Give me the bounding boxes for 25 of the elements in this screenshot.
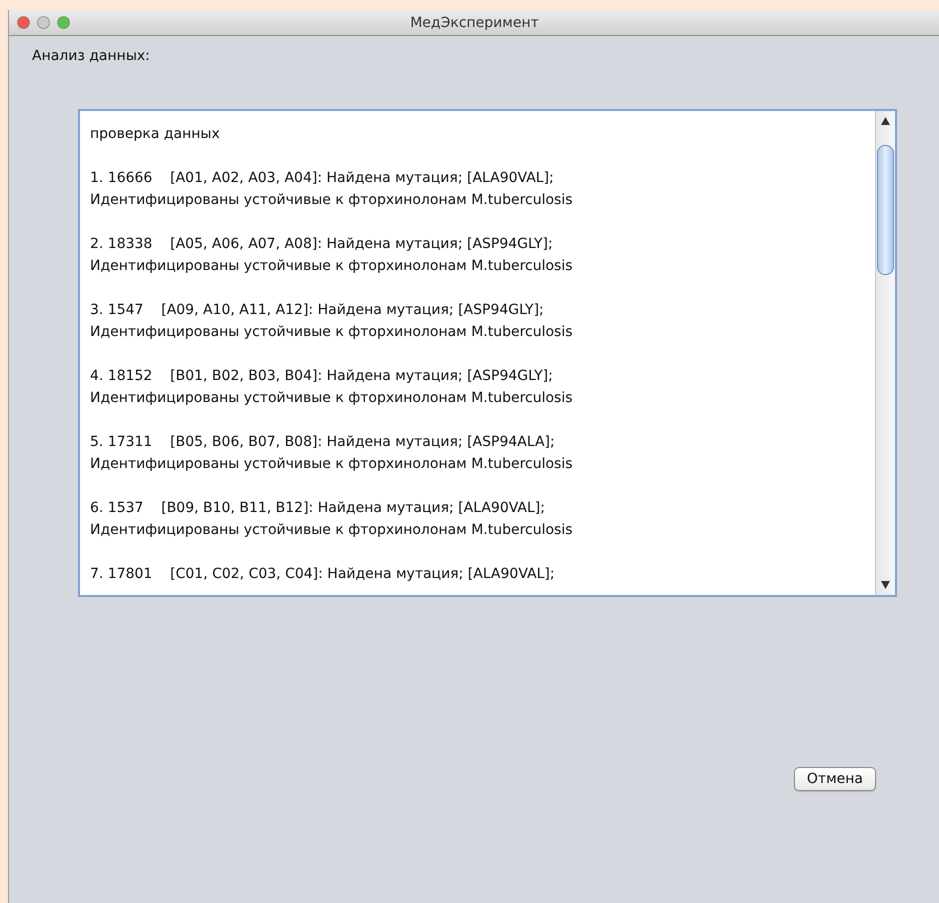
result-line: 4. 18152 [B01, B02, B03, B04]: Найдена мутация; [ASP94GLY]; — [90, 367, 554, 386]
result-line: Идентифицированы устойчивые к фторхинолонам M.tuberculosis — [90, 323, 574, 342]
result-line: 6. 1537 [B09, B10, B11, B12]: Найдена мутация; [ALA90VAL]; — [90, 499, 546, 518]
result-line: Идентифицированы устойчивые к фторхинолонам M.tuberculosis — [90, 191, 574, 210]
result-line: 2. 18338 [A05, A06, A07, A08]: Найдена мутация; [ASP94GLY]; — [90, 235, 554, 254]
result-line: 1. 16666 [A01, A02, A03, A04]: Найдена мутация; [ALA90VAL]; — [90, 169, 555, 188]
result-line: Идентифицированы устойчивые к фторхинолонам M.tuberculosis — [90, 389, 574, 408]
result-line: 3. 1547 [A09, A10, A11, A12]: Найдена мутация; [ASP94GLY]; — [90, 301, 545, 320]
window-title: МедЭксперимент — [409, 14, 540, 30]
section-label: Анализ данных: — [32, 48, 151, 64]
result-line: Идентифицированы устойчивые к фторхинолонам M.tuberculosis — [90, 455, 574, 474]
scroll-thumb[interactable] — [877, 145, 894, 275]
scroll-down-arrow-icon[interactable] — [881, 581, 890, 589]
result-line: 7. 17801 [C01, C02, C03, C04]: Найдена мутация; [ALA90VAL]; — [90, 565, 556, 584]
zoom-icon[interactable] — [57, 16, 70, 29]
output-text-area[interactable] — [78, 109, 897, 597]
result-line: Идентифицированы устойчивые к фторхинолонам M.tuberculosis — [90, 521, 574, 540]
close-icon[interactable] — [17, 16, 30, 29]
scrollbar[interactable] — [875, 111, 895, 595]
result-line: 5. 17311 [B05, B06, B07, B08]: Найдена мутация; [ASP94ALA]; — [90, 433, 556, 452]
minimize-icon[interactable] — [37, 16, 50, 29]
output-heading: проверка данных — [90, 125, 221, 144]
scroll-up-arrow-icon[interactable] — [881, 117, 890, 125]
result-line: Идентифицированы устойчивые к фторхинолонам M.tuberculosis — [90, 257, 574, 276]
cancel-button[interactable]: Отмена — [794, 767, 876, 791]
